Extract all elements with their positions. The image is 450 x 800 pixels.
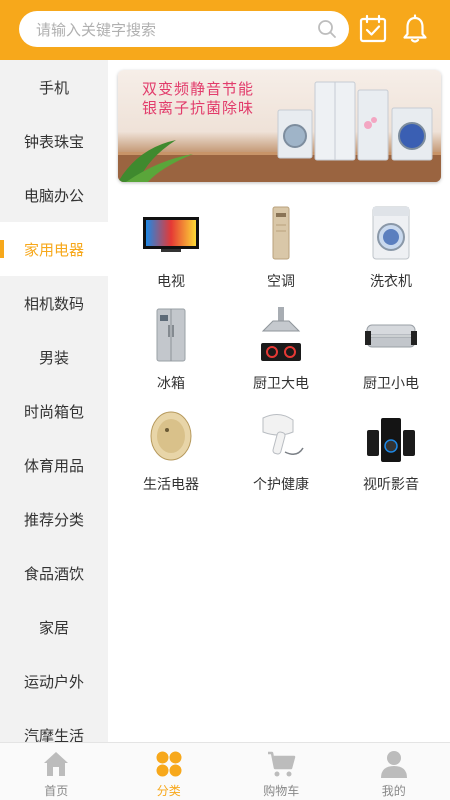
water-purifier-icon — [365, 324, 417, 348]
bottom-navigation: 首页 分类 购物车 我的 — [0, 742, 450, 800]
category-sidebar: 手机 钟表珠宝 电脑办公 家用电器 相机数码 男装 时尚箱包 体育用品 推荐分类… — [0, 60, 108, 742]
sidebar-item-recommended[interactable]: 推荐分类 — [0, 492, 108, 546]
subcategory-label: 电视 — [157, 274, 185, 290]
sidebar-item-watches-jewelry[interactable]: 钟表珠宝 — [0, 114, 108, 168]
subcategory-label: 生活电器 — [143, 477, 199, 493]
cart-icon — [268, 751, 296, 777]
banner-headline: 双变频静音节能 银离子抗菌除味 — [142, 80, 254, 118]
nav-category[interactable]: 分类 — [113, 743, 226, 800]
nav-profile[interactable]: 我的 — [338, 743, 450, 800]
subcategory-living-appliances[interactable]: 生活电器 — [116, 408, 226, 503]
nav-cart[interactable]: 购物车 — [225, 743, 338, 800]
sidebar-item-label: 食品酒饮 — [23, 564, 84, 583]
promo-banner[interactable]: 双变频静音节能 银离子抗菌除味 — [118, 70, 441, 182]
subcategory-refrigerator[interactable]: 冰箱 — [116, 307, 226, 402]
sidebar-item-label: 手机 — [38, 78, 69, 97]
subcategory-label: 空调 — [267, 274, 295, 290]
sidebar-item-phones[interactable]: 手机 — [0, 60, 108, 114]
sidebar-item-outdoor[interactable]: 运动户外 — [0, 654, 108, 708]
sidebar-item-label: 男装 — [38, 348, 69, 367]
search-bar[interactable]: 请输入关键字搜索 — [19, 11, 349, 47]
sidebar-item-label: 家用电器 — [23, 240, 84, 259]
nav-label: 分类 — [156, 784, 181, 798]
nav-label: 首页 — [44, 784, 69, 798]
sidebar-item-label: 家居 — [38, 618, 69, 637]
sidebar-item-label: 钟表珠宝 — [23, 132, 84, 151]
sidebar-item-computers-office[interactable]: 电脑办公 — [0, 168, 108, 222]
subcategory-label: 厨卫大电 — [253, 376, 309, 392]
sidebar-item-menswear[interactable]: 男装 — [0, 330, 108, 384]
banner-line-2: 银离子抗菌除味 — [142, 99, 255, 117]
subcategory-label: 视听影音 — [363, 477, 419, 493]
sidebar-item-label: 体育用品 — [23, 456, 84, 475]
nav-label: 我的 — [381, 784, 406, 798]
nav-label: 购物车 — [263, 784, 300, 798]
subcategory-kitchen-large[interactable]: 厨卫大电 — [226, 307, 336, 402]
sidebar-item-label: 相机数码 — [23, 294, 84, 313]
sidebar-item-auto-moto[interactable]: 汽摩生活 — [0, 708, 108, 743]
subcategory-label: 洗衣机 — [370, 274, 412, 290]
hair-dryer-icon — [262, 414, 304, 455]
category-content: 双变频静音节能 银离子抗菌除味 电视 空调 洗衣机 冰箱 厨卫大电 厨卫小电 生… — [108, 60, 450, 742]
washing-machine-icon — [372, 206, 410, 260]
category-icon — [156, 751, 182, 777]
top-bar: 请输入关键字搜索 — [0, 0, 450, 60]
range-hood-icon — [261, 307, 301, 361]
speaker-icon — [367, 418, 415, 462]
sidebar-item-cameras-digital[interactable]: 相机数码 — [0, 276, 108, 330]
subcategory-label: 冰箱 — [157, 376, 185, 392]
subcategory-tv[interactable]: 电视 — [116, 205, 226, 300]
sidebar-item-label: 推荐分类 — [23, 510, 84, 529]
subcategory-washing-machine[interactable]: 洗衣机 — [336, 205, 446, 300]
sidebar-item-label: 汽摩生活 — [23, 726, 84, 743]
sidebar-item-food-drinks[interactable]: 食品酒饮 — [0, 546, 108, 600]
refrigerator-icon — [156, 308, 186, 362]
sidebar-item-fashion-bags[interactable]: 时尚箱包 — [0, 384, 108, 438]
sidebar-item-label: 运动户外 — [23, 672, 84, 691]
subcategory-audio-video[interactable]: 视听影音 — [336, 408, 446, 503]
sidebar-item-label: 电脑办公 — [23, 186, 84, 205]
calendar-check-icon[interactable] — [358, 14, 388, 44]
sidebar-item-label: 时尚箱包 — [23, 402, 84, 421]
sidebar-item-home[interactable]: 家居 — [0, 600, 108, 654]
subcategory-label: 厨卫小电 — [363, 376, 419, 392]
home-icon — [44, 752, 69, 776]
nav-home[interactable]: 首页 — [0, 743, 113, 800]
subcategory-air-conditioner[interactable]: 空调 — [226, 205, 336, 300]
bell-icon[interactable] — [401, 14, 429, 44]
subcategory-kitchen-small[interactable]: 厨卫小电 — [336, 307, 446, 402]
search-icon[interactable] — [317, 19, 337, 39]
air-conditioner-icon — [272, 206, 290, 260]
search-input[interactable]: 请输入关键字搜索 — [36, 19, 349, 40]
user-icon — [380, 751, 407, 778]
tv-icon — [143, 217, 199, 252]
sidebar-item-home-appliances[interactable]: 家用电器 — [0, 222, 108, 276]
subcategory-label: 个护健康 — [253, 477, 309, 493]
robot-vacuum-icon — [150, 411, 192, 461]
subcategory-personal-care[interactable]: 个护健康 — [226, 408, 336, 503]
sidebar-item-sports-goods[interactable]: 体育用品 — [0, 438, 108, 492]
banner-line-1: 双变频静音节能 — [142, 80, 255, 98]
